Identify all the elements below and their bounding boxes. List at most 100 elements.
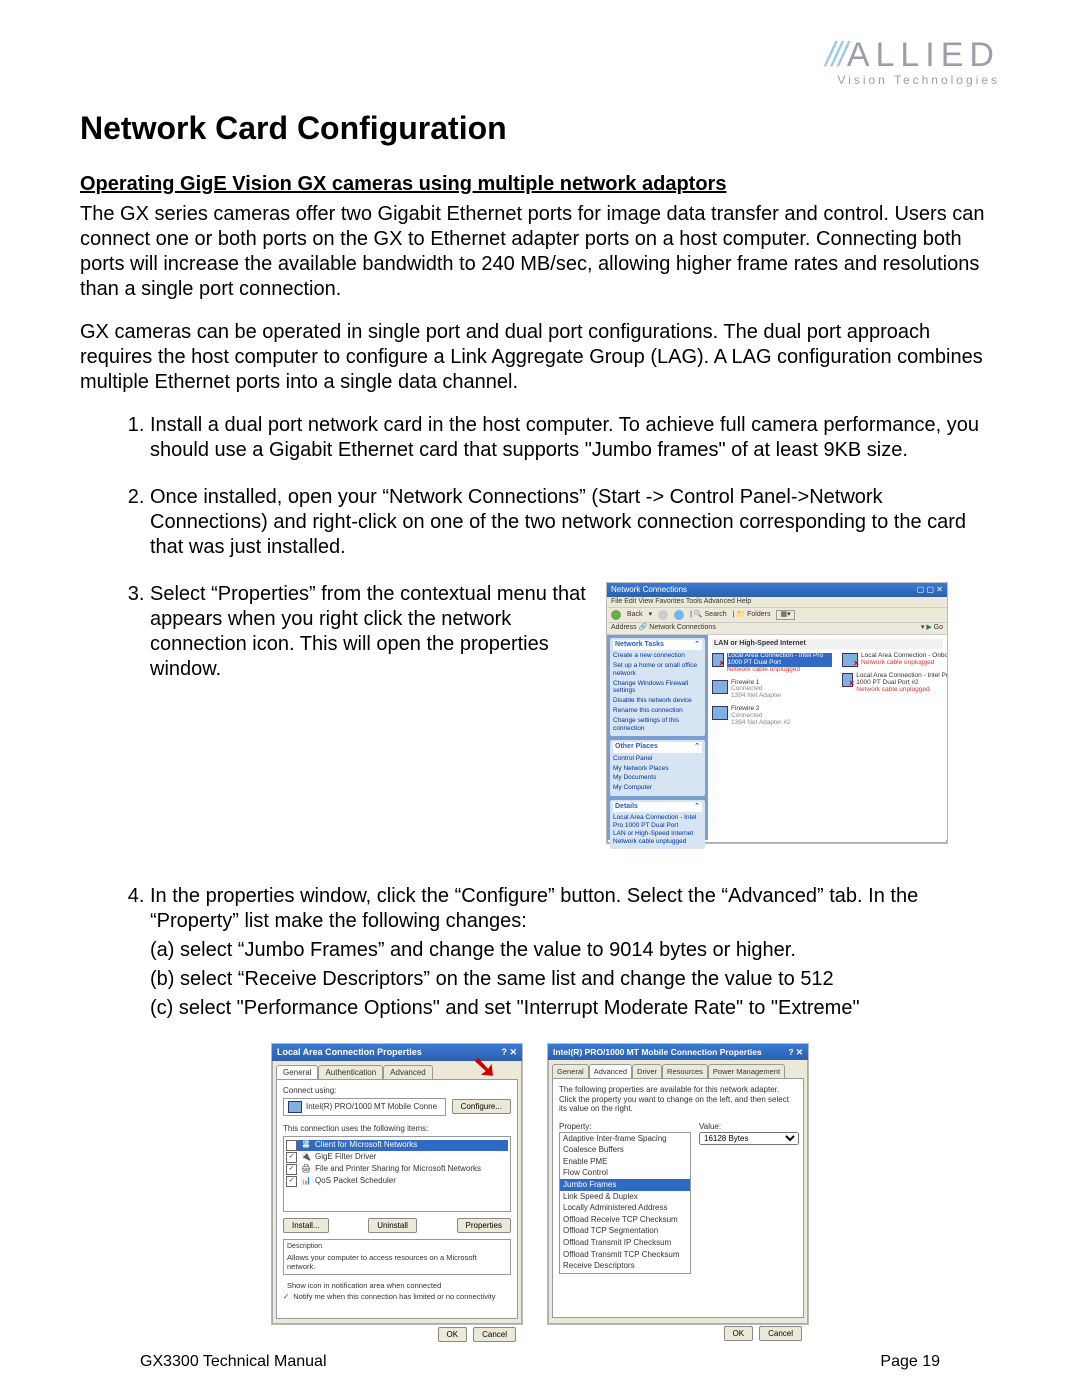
list-item[interactable]: Client for Microsoft Networks bbox=[315, 1140, 417, 1150]
connection-name: Local Area Connection - Intel Pro 1000 P… bbox=[727, 653, 832, 667]
nc-main-area[interactable]: LAN or High-Speed Internet Local Area Co… bbox=[708, 635, 947, 840]
checkbox[interactable]: ✓ bbox=[286, 1152, 297, 1163]
checkbox[interactable]: ✓ bbox=[286, 1176, 297, 1187]
place-item[interactable]: My Documents bbox=[613, 774, 702, 782]
place-item[interactable]: Control Panel bbox=[613, 755, 702, 763]
other-places-head[interactable]: Other Places bbox=[615, 743, 658, 751]
connect-using-label: Connect using: bbox=[283, 1086, 511, 1096]
views-icon[interactable]: ▦▾ bbox=[776, 610, 794, 620]
place-item[interactable]: My Network Places bbox=[613, 765, 702, 773]
cancel-button[interactable]: Cancel bbox=[473, 1327, 516, 1342]
list-item[interactable]: Receive Descriptors bbox=[560, 1260, 690, 1272]
checkbox[interactable]: ✓ bbox=[286, 1164, 297, 1175]
tab-advanced[interactable]: Advanced bbox=[589, 1064, 632, 1078]
folders-button[interactable]: Folders bbox=[747, 611, 770, 618]
task-item[interactable]: Create a new connection bbox=[613, 652, 702, 660]
tab-resources[interactable]: Resources bbox=[662, 1064, 708, 1078]
list-item[interactable]: Flow Control bbox=[560, 1167, 690, 1179]
connection-item[interactable]: Local Area Connection - Intel Pro 1000 P… bbox=[842, 673, 947, 693]
tab-general[interactable]: General bbox=[276, 1065, 318, 1080]
connection-items-list[interactable]: 📇Client for Microsoft Networks ✓🔌GigE Fi… bbox=[283, 1136, 511, 1212]
list-item[interactable]: Offload Transmit TCP Checksum bbox=[560, 1249, 690, 1261]
connection-item[interactable]: Firewire 2Connected1394 Net Adapter #2 bbox=[712, 706, 832, 726]
checkbox[interactable] bbox=[286, 1140, 297, 1151]
list-item[interactable]: Link Speed & Duplex bbox=[560, 1191, 690, 1203]
connection-icon bbox=[712, 653, 724, 667]
network-connections-screenshot: Network Connections ▢ ▢ ✕ File Edit View… bbox=[606, 582, 948, 844]
property-listbox[interactable]: Adaptive Inter-frame Spacing Coalesce Bu… bbox=[559, 1132, 691, 1274]
value-select[interactable]: 16128 Bytes bbox=[699, 1132, 799, 1145]
tab-power-management[interactable]: Power Management bbox=[708, 1064, 785, 1078]
list-item[interactable]: Adaptive Inter-frame Spacing bbox=[560, 1133, 690, 1145]
step-4a-text: (a) select “Jumbo Frames” and change the… bbox=[150, 938, 1000, 963]
list-item[interactable]: Coalesce Buffers bbox=[560, 1144, 690, 1156]
task-item[interactable]: Rename this connection bbox=[613, 707, 702, 715]
back-icon[interactable] bbox=[611, 610, 621, 620]
nc-sidebar: Network Tasks⌃ Create a new connection S… bbox=[607, 635, 708, 840]
go-button[interactable]: Go bbox=[934, 624, 943, 631]
window-controls-icon: ? ✕ bbox=[788, 1047, 803, 1057]
connection-icon bbox=[712, 706, 728, 720]
install-button[interactable]: Install... bbox=[283, 1218, 329, 1233]
intel-pro-properties-screenshot: Intel(R) PRO/1000 MT Mobile Connection P… bbox=[547, 1043, 809, 1325]
checkbox[interactable]: ✓ bbox=[283, 1292, 289, 1301]
step-1: Install a dual port network card in the … bbox=[150, 413, 1000, 463]
connection-item[interactable]: Local Area Connection - Intel Pro 1000 P… bbox=[712, 653, 832, 673]
tab-general[interactable]: General bbox=[552, 1064, 589, 1078]
window-controls-icon: ? ✕ bbox=[501, 1047, 517, 1058]
tab-advanced[interactable]: Advanced bbox=[383, 1065, 433, 1080]
list-item-selected[interactable]: Jumbo Frames bbox=[560, 1179, 690, 1191]
connection-icon bbox=[842, 653, 858, 667]
connection-item[interactable]: Local Area Connection - OnboardNetwork c… bbox=[842, 653, 947, 667]
uninstall-button[interactable]: Uninstall bbox=[368, 1218, 417, 1233]
details-text: Local Area Connection - Intel Pro 1000 P… bbox=[613, 814, 702, 845]
lacp-screenshot: Local Area Connection Properties ? ✕ Gen… bbox=[271, 1043, 523, 1325]
show-icon-option[interactable]: Show icon in notification area when conn… bbox=[287, 1281, 441, 1290]
details-head[interactable]: Details bbox=[615, 803, 638, 811]
task-item[interactable]: Disable this network device bbox=[613, 697, 702, 705]
list-item[interactable]: GigE Filter Driver bbox=[315, 1152, 376, 1162]
description-text: Allows your computer to access resources… bbox=[287, 1253, 507, 1271]
tab-authentication[interactable]: Authentication bbox=[318, 1065, 383, 1080]
task-item[interactable]: Set up a home or small office network bbox=[613, 662, 702, 678]
up-icon[interactable] bbox=[674, 610, 684, 620]
ipp-intro-text: The following properties are available f… bbox=[559, 1085, 797, 1114]
value-label: Value: bbox=[699, 1122, 799, 1132]
address-label: Address bbox=[611, 624, 637, 631]
cancel-button[interactable]: Cancel bbox=[759, 1326, 802, 1341]
connection-item[interactable]: Firewire 1Connected1394 Net Adapter bbox=[712, 680, 832, 700]
list-item[interactable]: Offload Receive TCP Checksum bbox=[560, 1214, 690, 1226]
list-item[interactable]: Offload TCP Segmentation bbox=[560, 1225, 690, 1237]
list-item[interactable]: Locally Administered Address bbox=[560, 1202, 690, 1214]
task-item[interactable]: Change Windows Firewall settings bbox=[613, 680, 702, 696]
step-2: Once installed, open your “Network Conne… bbox=[150, 485, 1000, 560]
list-item[interactable]: Offload Transmit IP Checksum bbox=[560, 1237, 690, 1249]
lan-section-head: LAN or High-Speed Internet bbox=[712, 639, 943, 649]
list-item[interactable]: Enable PME bbox=[560, 1156, 690, 1168]
ok-button[interactable]: OK bbox=[438, 1327, 468, 1342]
window-controls-icon: ▢ ▢ ✕ bbox=[917, 585, 943, 595]
nc-window-title: Network Connections bbox=[611, 585, 687, 595]
ok-button[interactable]: OK bbox=[724, 1326, 754, 1341]
nc-toolbar[interactable]: Back▾ | 🔍 Search | 📁 Folders ▦▾ bbox=[607, 608, 947, 623]
task-item[interactable]: Change settings of this connection bbox=[613, 717, 702, 733]
properties-button[interactable]: Properties bbox=[457, 1218, 511, 1233]
address-value[interactable]: Network Connections bbox=[649, 624, 716, 631]
adapter-icon bbox=[288, 1101, 302, 1113]
search-button[interactable]: Search bbox=[705, 611, 727, 618]
nc-menubar[interactable]: File Edit View Favorites Tools Advanced … bbox=[607, 597, 947, 608]
connection-sub: 1394 Net Adapter bbox=[731, 693, 782, 700]
notify-option[interactable]: Notify me when this connection has limit… bbox=[293, 1292, 495, 1301]
tab-driver[interactable]: Driver bbox=[632, 1064, 662, 1078]
place-item[interactable]: My Computer bbox=[613, 784, 702, 792]
property-label: Property: bbox=[559, 1122, 691, 1132]
forward-icon bbox=[658, 610, 668, 620]
configure-button[interactable]: Configure... bbox=[452, 1099, 511, 1114]
list-item[interactable]: Transmit Descriptors bbox=[560, 1272, 690, 1274]
network-tasks-head[interactable]: Network Tasks bbox=[615, 641, 664, 649]
list-item[interactable]: File and Printer Sharing for Microsoft N… bbox=[315, 1164, 481, 1174]
back-button[interactable]: Back bbox=[627, 611, 643, 619]
step-1-text: Install a dual port network card in the … bbox=[150, 414, 979, 461]
page-subtitle: Operating GigE Vision GX cameras using m… bbox=[80, 173, 1000, 196]
list-item[interactable]: QoS Packet Scheduler bbox=[315, 1176, 396, 1186]
